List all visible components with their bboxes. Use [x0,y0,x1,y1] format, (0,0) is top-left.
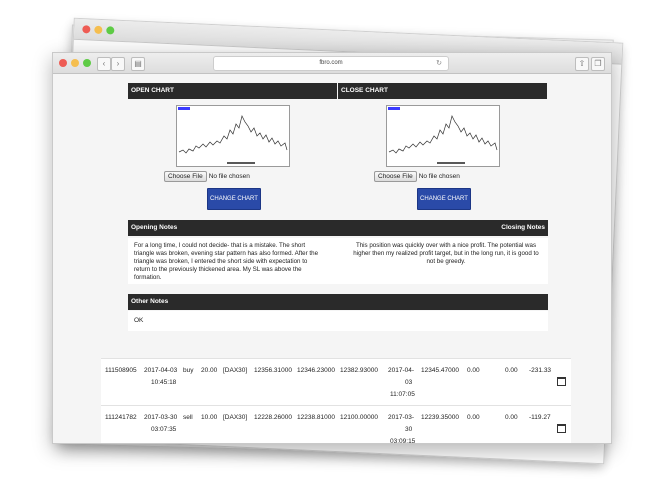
table-row: 111508905 2017-04-03 10:45:18 buy 20.00 … [101,358,571,405]
close-time: 03:09:15 [390,438,416,444]
open-price: 12356.31000 [254,367,292,374]
close-time: 11:07:05 [390,391,415,398]
open-time: 10:45:18 [151,379,177,386]
close-date-part1: 2017-03- [388,414,415,421]
close-window-icon[interactable] [59,59,67,67]
browser-window: ‹ › ▤ fbro.com ↻ ⇧ ❐ OPEN CHART Choose F… [52,52,612,444]
other-notes-body: OK [128,311,548,331]
close-price: 12239.35000 [421,414,459,421]
page-content: OPEN CHART Choose File No file chosen CHA… [53,74,611,444]
open-date: 2017-04-03 [144,367,178,374]
calendar-icon[interactable] [557,377,566,386]
open-file-status: No file chosen [208,173,250,180]
stop-loss: 12346.23000 [297,367,335,374]
swap: 0.00 [505,367,518,374]
other-notes-header: Other Notes [128,294,548,310]
table-row: 111241782 2017-03-30 03:07:35 sell 10.00… [101,405,571,444]
open-time: 03:07:35 [151,426,177,433]
close-change-chart-button[interactable]: CHANGE CHART [417,188,471,210]
open-choose-file-button[interactable]: Choose File [164,171,207,182]
trade-id: 111508905 [105,367,137,374]
zoom-window-icon[interactable] [83,59,91,67]
take-profit: 12100.00000 [340,414,378,421]
trade-direction: sell [183,414,193,421]
trades-table: 111508905 2017-04-03 10:45:18 buy 20.00 … [101,358,571,444]
closing-notes-title: Closing Notes [501,224,545,231]
reload-icon[interactable]: ↻ [436,57,442,70]
open-chart-header: OPEN CHART [128,83,337,99]
open-chart-file-input[interactable]: Choose File No file chosen [164,171,250,182]
back-arrow-icon[interactable]: ‹ [97,57,111,71]
other-notes-text: OK [134,317,144,324]
close-date-part2: 03 [405,379,413,386]
opening-notes-title: Opening Notes [131,224,178,231]
minimize-dot-icon [94,25,103,35]
close-chart-image [386,105,500,167]
open-chart-panel: OPEN CHART Choose File No file chosen CHA… [128,83,337,210]
open-price-chart-icon [178,107,288,164]
sidebar-toggle-icon[interactable]: ▤ [131,57,145,71]
profit: -231.33 [529,367,552,374]
trade-direction: buy [183,367,194,374]
close-date-part2: 30 [405,426,413,433]
open-price: 12228.26000 [254,414,292,421]
close-chart-file-input[interactable]: Choose File No file chosen [374,171,460,182]
trade-symbol: [DAX30] [223,414,248,421]
url-text: fbro.com [319,60,343,66]
open-change-chart-button[interactable]: CHANGE CHART [207,188,261,210]
notes-body: For a long time, I could not decide- tha… [128,238,548,284]
zoom-dot-icon [106,26,115,35]
profit: -119.27 [529,414,551,421]
forward-arrow-icon[interactable]: › [111,57,125,71]
minimize-window-icon[interactable] [71,59,79,67]
trade-symbol: [DAX30] [223,367,248,374]
trade-id: 111241782 [105,414,137,421]
commission: 0.00 [467,414,480,421]
tabs-icon[interactable]: ❐ [591,57,605,71]
close-chart-header: CLOSE CHART [338,83,547,99]
close-date-part1: 2017-04- [388,367,415,374]
close-chart-panel: CLOSE CHART Choose File No file chosen CH… [338,83,547,210]
close-price-chart-icon [388,107,498,164]
address-bar[interactable]: fbro.com ↻ [213,56,449,71]
notes-header: Opening Notes Closing Notes [128,220,548,236]
close-choose-file-button[interactable]: Choose File [374,171,417,182]
share-icon[interactable]: ⇧ [575,57,589,71]
trade-volume: 20.00 [201,367,218,374]
trade-volume: 10.00 [201,414,218,421]
close-price: 12345.47000 [421,367,459,374]
stop-loss: 12238.81000 [297,414,335,421]
open-chart-image [176,105,290,167]
browser-titlebar: ‹ › ▤ fbro.com ↻ ⇧ ❐ [53,53,611,74]
commission: 0.00 [467,367,480,374]
opening-notes-text: For a long time, I could not decide- tha… [134,242,319,281]
take-profit: 12382.93000 [340,367,378,374]
swap: 0.00 [505,414,518,421]
close-dot-icon [82,25,91,34]
close-file-status: No file chosen [418,173,460,180]
closing-notes-text: This position was quickly over with a ni… [353,242,539,265]
open-date: 2017-03-30 [144,414,178,421]
calendar-icon[interactable] [557,424,566,433]
